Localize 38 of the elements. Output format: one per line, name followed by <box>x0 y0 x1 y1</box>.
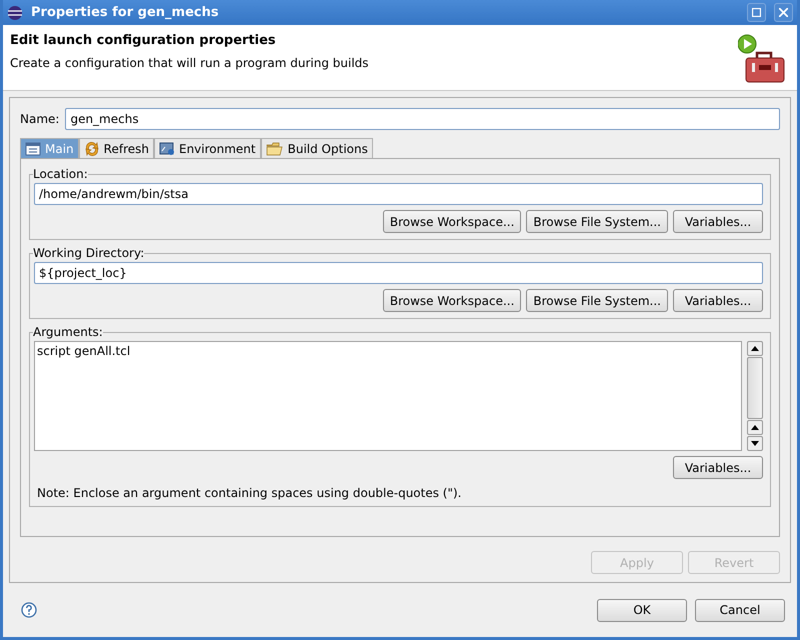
app-icon <box>7 4 23 20</box>
note-text: Note: Enclose an argument containing spaces using double-quotes ("). <box>36 486 462 500</box>
browse-button[interactable]: Variables... <box>673 456 763 479</box>
scroll-down-icon <box>751 441 759 446</box>
browse-button[interactable]: Browse File System... <box>526 210 668 233</box>
group-label: Working Directory: <box>33 246 144 260</box>
browse-button[interactable]: Browse Workspace... <box>382 210 522 233</box>
path-field[interactable]: ${project_loc} <box>34 262 763 284</box>
name-label: Name: <box>20 112 60 126</box>
scroll-up-icon <box>751 346 759 351</box>
maximize-button[interactable] <box>747 3 766 22</box>
group-label: Arguments: <box>33 325 103 339</box>
arguments-field[interactable]: script genAll.tcl <box>34 341 742 451</box>
group-label: Location: <box>33 167 88 181</box>
scroll-bar[interactable] <box>747 341 763 451</box>
document-icon <box>25 142 41 156</box>
help-icon[interactable] <box>21 602 37 618</box>
header-description: Create a configuration that will run a program during builds <box>10 56 370 70</box>
refresh-icon <box>84 140 100 156</box>
dialog-button[interactable]: Cancel <box>695 598 785 622</box>
window-title: Properties for gen_mechs <box>31 5 220 20</box>
scroll-up-icon <box>751 425 759 430</box>
dialog-button[interactable]: OK <box>597 598 687 622</box>
browse-button[interactable]: Variables... <box>673 289 763 312</box>
close-icon <box>779 8 788 17</box>
browse-button[interactable]: Browse File System... <box>526 289 668 312</box>
maximize-icon <box>752 8 761 17</box>
folder-icon <box>266 142 284 156</box>
tab[interactable]: Environment <box>154 138 261 158</box>
terminal-icon <box>158 142 175 156</box>
tab[interactable]: Refresh <box>78 138 154 158</box>
browse-button[interactable]: Browse Workspace... <box>382 289 522 312</box>
tab[interactable]: Build Options <box>260 138 373 158</box>
path-field[interactable]: /home/andrewm/bin/stsa <box>34 183 763 205</box>
browse-button[interactable]: Variables... <box>673 210 763 233</box>
header-title: Edit launch configuration properties <box>10 33 277 48</box>
name-field[interactable]: gen_mechs <box>65 108 780 130</box>
close-button[interactable] <box>774 3 793 22</box>
